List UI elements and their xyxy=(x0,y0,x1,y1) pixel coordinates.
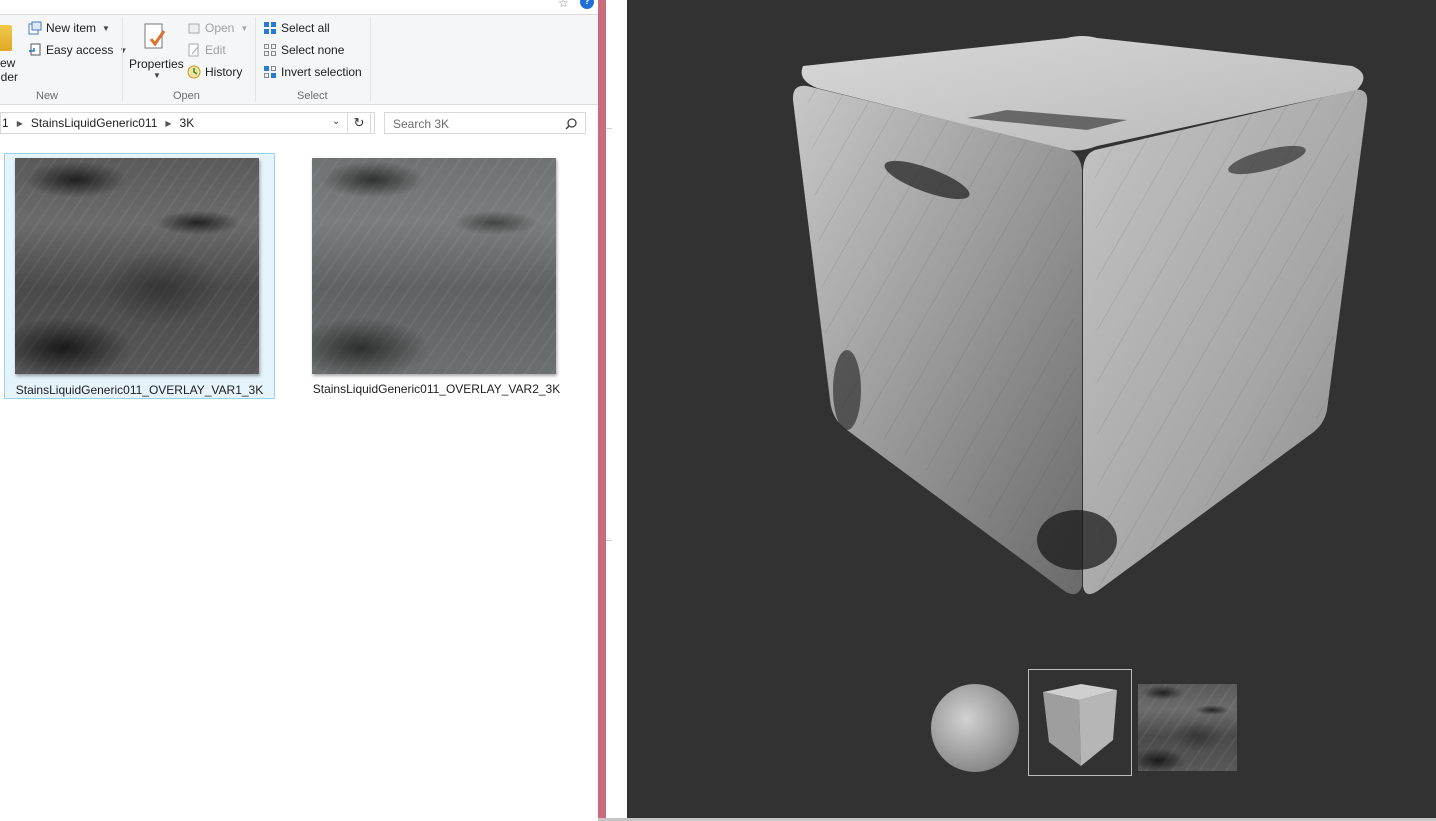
breadcrumb-separator-icon: ▶ xyxy=(165,118,172,128)
folder-icon xyxy=(0,25,12,51)
easy-access-icon xyxy=(28,43,42,57)
new-item-label: New item xyxy=(46,21,97,35)
select-all-label: Select all xyxy=(281,21,330,35)
invert-selection-icon xyxy=(263,65,277,79)
cube-render[interactable] xyxy=(627,0,1436,620)
new-folder-label-1: ew xyxy=(0,56,16,70)
select-none-button[interactable]: Select none xyxy=(263,43,344,57)
group-separator xyxy=(122,17,123,101)
pin-icon[interactable]: ☆ xyxy=(558,0,569,10)
select-none-label: Select none xyxy=(281,43,345,57)
group-separator xyxy=(255,17,256,101)
new-folder-button[interactable]: ew lder xyxy=(0,21,22,84)
group-label-new: New xyxy=(36,90,59,102)
frame-tick xyxy=(606,540,612,541)
file-name: StainsLiquidGeneric011_OVERLAY_VAR2_3K xyxy=(312,382,561,396)
cube-preview-thumbnail[interactable] xyxy=(1028,669,1132,776)
select-all-button[interactable]: Select all xyxy=(263,21,330,35)
history-icon xyxy=(187,65,201,79)
history-button[interactable]: History xyxy=(187,65,242,79)
breadcrumb-separator-icon: ▶ xyxy=(16,118,23,128)
properties-icon xyxy=(144,23,166,49)
new-item-button[interactable]: New item ▼ xyxy=(28,21,110,35)
sphere-preview-thumbnail[interactable] xyxy=(931,684,1019,772)
search-input[interactable]: Search 3K xyxy=(384,112,586,134)
chevron-down-icon: ▼ xyxy=(102,23,110,33)
new-item-icon xyxy=(28,21,42,35)
file-thumbnail xyxy=(312,158,556,374)
group-label-select: Select xyxy=(297,90,328,102)
history-label: History xyxy=(205,65,243,79)
open-button[interactable]: Open ▼ xyxy=(187,21,248,35)
breadcrumb-stains-folder[interactable]: StainsLiquidGeneric011 xyxy=(31,116,158,130)
refresh-icon: ↻ xyxy=(353,115,365,130)
invert-selection-label: Invert selection xyxy=(281,65,362,79)
file-thumbnail xyxy=(15,158,259,374)
easy-access-button[interactable]: Easy access ▼ xyxy=(28,43,127,57)
select-all-icon xyxy=(263,21,277,35)
search-placeholder: Search 3K xyxy=(393,117,450,131)
easy-access-label: Easy access xyxy=(46,43,114,57)
breadcrumb-prefix[interactable]: 1 xyxy=(2,116,9,130)
select-none-icon xyxy=(263,43,277,57)
breadcrumb-3k-folder[interactable]: 3K xyxy=(180,116,195,130)
material-preview-pane xyxy=(627,0,1436,818)
edit-icon xyxy=(187,43,201,57)
file-item[interactable]: StainsLiquidGeneric011_OVERLAY_VAR2_3K xyxy=(302,153,573,399)
open-icon xyxy=(187,21,201,35)
title-strip xyxy=(0,0,598,14)
search-icon[interactable] xyxy=(565,118,577,130)
file-item[interactable]: StainsLiquidGeneric011_OVERLAY_VAR1_3K xyxy=(4,153,275,399)
address-dropdown-icon[interactable]: ⌄ xyxy=(332,116,340,127)
chevron-down-icon: ▼ xyxy=(153,71,161,80)
chevron-down-icon: ▼ xyxy=(240,23,249,33)
group-label-open: Open xyxy=(173,90,200,102)
open-label: Open xyxy=(205,21,235,35)
thumbnail-strip xyxy=(927,668,1247,780)
ribbon: ew lder New item ▼ Easy access ▼ New Pro… xyxy=(0,14,598,105)
properties-button[interactable]: Properties ▼ xyxy=(127,19,184,85)
invert-selection-button[interactable]: Invert selection xyxy=(263,65,362,79)
refresh-button[interactable]: ↻ xyxy=(347,112,371,134)
file-name: StainsLiquidGeneric011_OVERLAY_VAR1_3K xyxy=(15,383,264,397)
properties-label: Properties xyxy=(129,57,184,71)
frame-tick xyxy=(606,128,612,129)
edit-label: Edit xyxy=(205,43,226,57)
window-frame xyxy=(606,0,627,821)
edit-button[interactable]: Edit xyxy=(187,43,226,57)
address-bar[interactable]: 1 ▶ StainsLiquidGeneric011 ▶ 3K ⌄ xyxy=(0,112,375,134)
window-divider xyxy=(598,0,606,821)
new-folder-label-2: lder xyxy=(0,70,19,84)
file-explorer-window: ☆ ? ew lder New item ▼ Easy access ▼ New… xyxy=(0,0,598,821)
group-separator xyxy=(370,17,371,101)
flat-texture-preview-thumbnail[interactable] xyxy=(1138,684,1237,771)
